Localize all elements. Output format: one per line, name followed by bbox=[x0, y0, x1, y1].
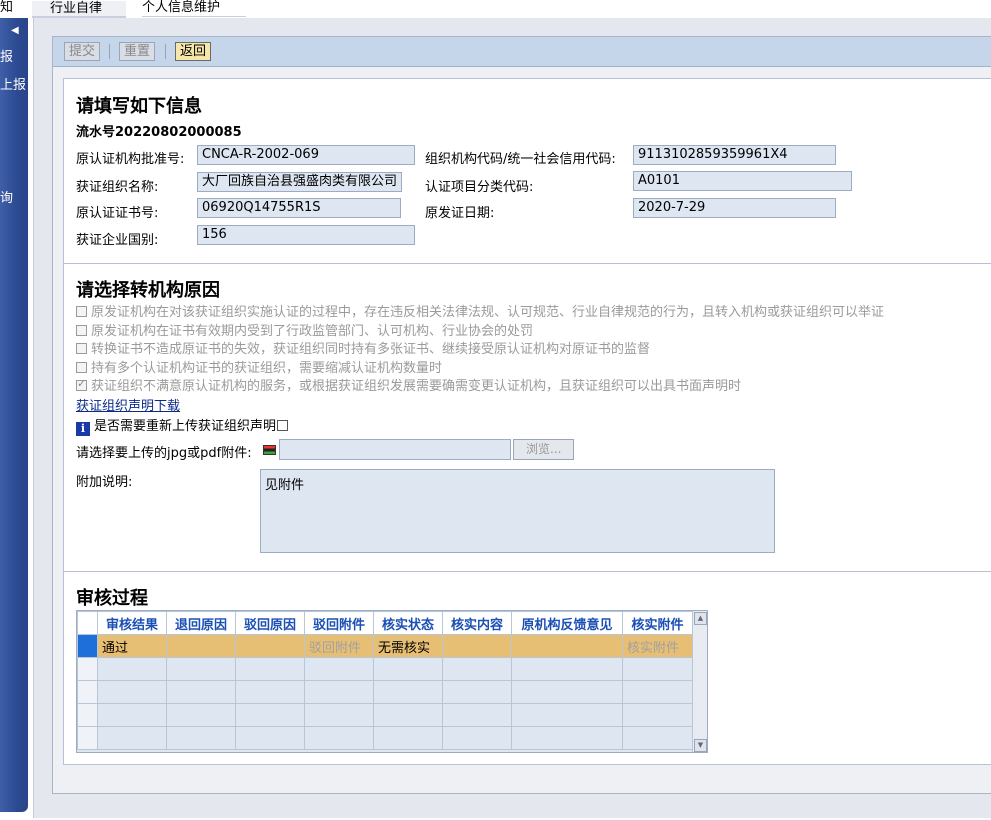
reason-option-5[interactable]: 获证组织不满意原认证机构的服务，或根据获证组织发展需要确需变更认证机构，且获证组… bbox=[76, 375, 741, 394]
country-label: 获证企业国别: bbox=[76, 233, 159, 248]
section-title-review: 审核过程 bbox=[76, 588, 148, 609]
tab-notice[interactable]: 知 bbox=[0, 0, 32, 17]
reason-text: 原发证机构在证书有效期内受到了行政监管部门、认可机构、行业协会的处罚 bbox=[91, 324, 534, 339]
reason-text: 原发证机构在对该获证组织实施认证的过程中，存在违反相关法律法规、认可规范、行业自… bbox=[91, 305, 885, 320]
checkbox[interactable] bbox=[76, 325, 87, 336]
tab-industry-self-discipline[interactable]: 行业自律 bbox=[32, 1, 126, 18]
browse-button[interactable]: 浏览... bbox=[513, 439, 575, 460]
note-textarea[interactable]: 见附件 bbox=[260, 469, 775, 553]
reupload-statement-row: i 是否需要重新上传获证组织声明 bbox=[76, 415, 289, 436]
cell-review-result: 通过 bbox=[97, 634, 167, 658]
toolbar-separator bbox=[165, 44, 166, 59]
left-sidebar: ◀ 报 上报 询 bbox=[0, 18, 28, 812]
table-row-empty bbox=[77, 657, 693, 681]
transfer-reason-panel: 请选择转机构原因 原发证机构在对该获证组织实施认证的过程中，存在违反相关法律法规… bbox=[63, 263, 991, 573]
col-verify-content[interactable]: 核实内容 bbox=[442, 611, 512, 635]
approval-no-field[interactable]: CNCA-R-2002-069 bbox=[197, 145, 415, 165]
col-feedback[interactable]: 原机构反馈意见 bbox=[511, 611, 623, 635]
toolbar: 提交 重置 返回 bbox=[53, 37, 991, 67]
cert-no-label: 原认证证书号: bbox=[76, 206, 159, 221]
table-row-empty bbox=[77, 726, 693, 750]
checkbox[interactable] bbox=[76, 362, 87, 373]
reason-option-2[interactable]: 原发证机构在证书有效期内受到了行政监管部门、认可机构、行业协会的处罚 bbox=[76, 320, 533, 339]
review-process-panel: 审核过程 审核结果 退回原因 驳回原因 驳回附件 核实状态 核实内容 原机构反馈… bbox=[63, 571, 991, 765]
info-panel: 请填写如下信息 流水号20220802000085 原认证机构批准号: CNCA… bbox=[63, 78, 991, 264]
file-flag-icon bbox=[263, 445, 276, 455]
reason-option-1[interactable]: 原发证机构在对该获证组织实施认证的过程中，存在违反相关法律法规、认可规范、行业自… bbox=[76, 301, 884, 320]
cell-reject-attachment[interactable]: 驳回附件 bbox=[304, 634, 374, 658]
sidebar-item-query[interactable]: 询 bbox=[0, 187, 13, 206]
table-row-empty bbox=[77, 680, 693, 704]
reupload-label: 是否需要重新上传获证组织声明 bbox=[94, 419, 277, 434]
tab-personal-info[interactable]: 个人信息维护 bbox=[142, 0, 246, 17]
form-container: 提交 重置 返回 请填写如下信息 流水号20220802000085 原认证机构… bbox=[52, 36, 991, 794]
checkbox[interactable] bbox=[76, 343, 87, 354]
submit-button[interactable]: 提交 bbox=[64, 42, 101, 61]
statement-download-link[interactable]: 获证组织声明下载 bbox=[76, 395, 180, 414]
reason-text: 获证组织不满意原认证机构的服务，或根据获证组织发展需要确需变更认证机构，且获证组… bbox=[91, 379, 742, 394]
cell-verify-content bbox=[442, 634, 512, 658]
issue-date-field[interactable]: 2020-7-29 bbox=[633, 198, 836, 218]
upload-label: 请选择要上传的jpg或pdf附件: bbox=[76, 446, 252, 461]
sidebar-item-report[interactable]: 报 bbox=[0, 46, 13, 65]
cell-return-reason bbox=[166, 634, 236, 658]
col-return-reason[interactable]: 退回原因 bbox=[166, 611, 236, 635]
file-path-input[interactable] bbox=[279, 439, 511, 460]
approval-no-label: 原认证机构批准号: bbox=[76, 152, 185, 167]
project-code-label: 认证项目分类代码: bbox=[425, 180, 534, 195]
row-selector[interactable] bbox=[77, 703, 98, 727]
checkbox[interactable] bbox=[76, 306, 87, 317]
org-name-field[interactable]: 大厂回族自治县强盛肉类有限公司 bbox=[197, 172, 402, 192]
col-reject-reason[interactable]: 驳回原因 bbox=[235, 611, 305, 635]
org-code-label: 组织机构代码/统一社会信用代码: bbox=[425, 152, 616, 167]
cert-no-field[interactable]: 06920Q14755R1S bbox=[197, 198, 401, 218]
back-button[interactable]: 返回 bbox=[175, 42, 212, 61]
cell-verify-status: 无需核实 bbox=[373, 634, 443, 658]
table-row-empty bbox=[77, 703, 693, 727]
org-name-label: 获证组织名称: bbox=[76, 180, 159, 195]
cell-feedback bbox=[511, 634, 623, 658]
section-title-reason: 请选择转机构原因 bbox=[76, 280, 220, 301]
country-field[interactable]: 156 bbox=[197, 225, 415, 245]
col-reject-attachment[interactable]: 驳回附件 bbox=[304, 611, 374, 635]
main-content: 提交 重置 返回 请填写如下信息 流水号20220802000085 原认证机构… bbox=[33, 18, 991, 818]
vertical-scrollbar[interactable]: ▲ ▼ bbox=[692, 611, 707, 752]
collapse-arrow-icon[interactable]: ◀ bbox=[11, 25, 19, 36]
reason-text: 持有多个认证机构证书的获证组织，需要缩减认证机构数量时 bbox=[91, 361, 443, 376]
col-verify-status[interactable]: 核实状态 bbox=[373, 611, 443, 635]
reason-option-4[interactable]: 持有多个认证机构证书的获证组织，需要缩减认证机构数量时 bbox=[76, 357, 442, 376]
org-code-field[interactable]: 9113102859359961X4 bbox=[633, 145, 836, 165]
review-grid: 审核结果 退回原因 驳回原因 驳回附件 核实状态 核实内容 原机构反馈意见 核实… bbox=[76, 610, 708, 753]
col-review-result[interactable]: 审核结果 bbox=[97, 611, 167, 635]
issue-date-label: 原发证日期: bbox=[425, 206, 495, 221]
scroll-down-icon[interactable]: ▼ bbox=[694, 739, 707, 752]
sidebar-item-submit-report[interactable]: 上报 bbox=[0, 74, 26, 93]
row-selector[interactable] bbox=[77, 726, 98, 750]
note-label: 附加说明: bbox=[76, 475, 133, 490]
project-code-field[interactable]: A0101 bbox=[633, 171, 852, 191]
serial-number: 流水号20220802000085 bbox=[76, 125, 242, 140]
table-row[interactable]: 通过 驳回附件 无需核实 核实附件 bbox=[77, 634, 693, 658]
info-icon: i bbox=[76, 422, 90, 436]
scroll-up-icon[interactable]: ▲ bbox=[694, 612, 707, 625]
checkbox-checked[interactable] bbox=[76, 377, 87, 391]
row-selector[interactable] bbox=[77, 680, 98, 704]
col-verify-attachment[interactable]: 核实附件 bbox=[622, 611, 693, 635]
review-table: 审核结果 退回原因 驳回原因 驳回附件 核实状态 核实内容 原机构反馈意见 核实… bbox=[77, 611, 693, 750]
toolbar-separator bbox=[109, 44, 110, 59]
row-selector-header bbox=[77, 611, 98, 635]
top-tab-strip: 知 行业自律 个人信息维护 bbox=[0, 0, 991, 18]
cell-reject-reason bbox=[235, 634, 305, 658]
section-title-info: 请填写如下信息 bbox=[76, 96, 202, 117]
reset-button[interactable]: 重置 bbox=[119, 42, 156, 61]
row-selector[interactable] bbox=[77, 657, 98, 681]
reupload-checkbox[interactable] bbox=[277, 420, 289, 431]
table-header-row: 审核结果 退回原因 驳回原因 驳回附件 核实状态 核实内容 原机构反馈意见 核实… bbox=[77, 611, 693, 635]
row-selector[interactable] bbox=[77, 634, 98, 658]
reason-text: 转换证书不造成原证书的失效，获证组织同时持有多张证书、继续接受原认证机构对原证书… bbox=[91, 342, 651, 357]
reason-option-3[interactable]: 转换证书不造成原证书的失效，获证组织同时持有多张证书、继续接受原认证机构对原证书… bbox=[76, 338, 650, 357]
cell-verify-attachment[interactable]: 核实附件 bbox=[622, 634, 693, 658]
